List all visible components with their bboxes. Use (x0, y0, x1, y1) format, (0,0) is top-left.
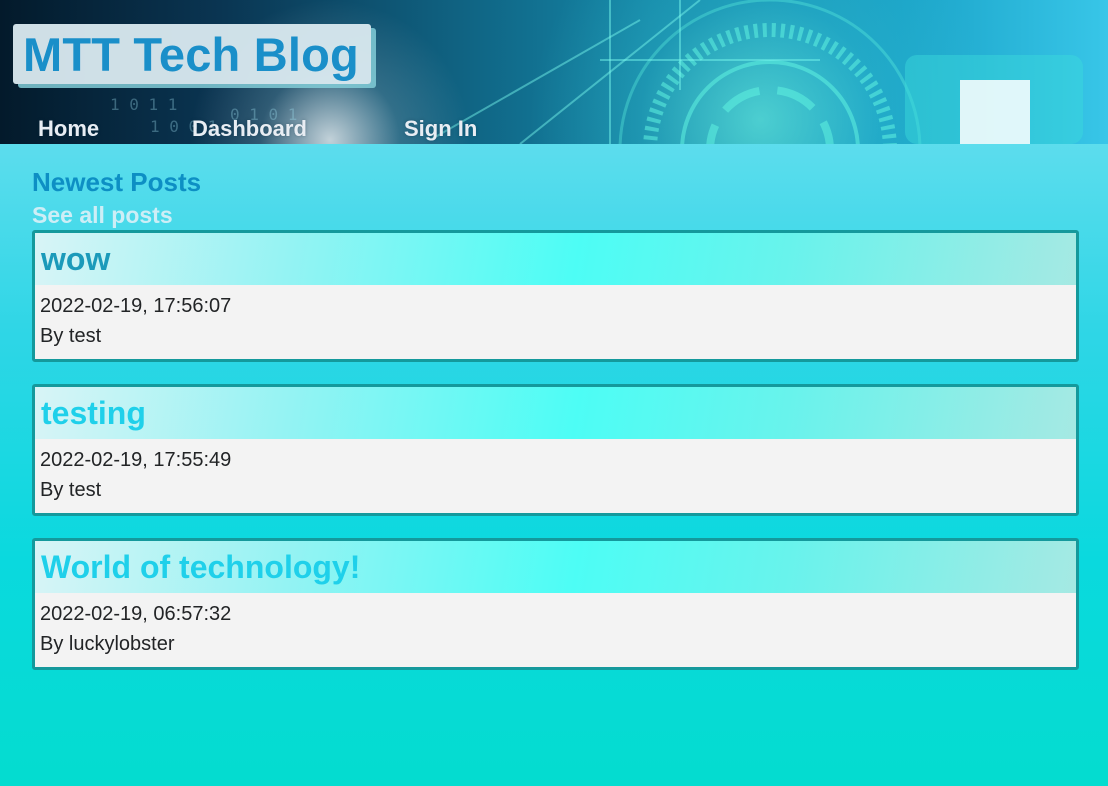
post-header: wow (35, 233, 1076, 285)
post-header: testing (35, 387, 1076, 439)
site-logo[interactable]: MTT Tech Blog (13, 24, 371, 84)
post-author: By test (40, 479, 102, 501)
post-card[interactable]: testing 2022-02-19, 17:55:49 By test (32, 384, 1079, 516)
post-author: By test (40, 325, 102, 347)
svg-text:1 0 1 1: 1 0 1 1 (110, 95, 177, 114)
post-date: 2022-02-19, 17:56:07 (40, 295, 232, 317)
see-all-posts-link[interactable]: See all posts (32, 200, 1079, 230)
post-card[interactable]: wow 2022-02-19, 17:56:07 By test (32, 230, 1079, 362)
post-title[interactable]: World of technology! (41, 551, 360, 583)
post-body: 2022-02-19, 17:56:07 By test (35, 285, 1076, 359)
post-body: 2022-02-19, 17:55:49 By test (35, 439, 1076, 513)
post-card[interactable]: World of technology! 2022-02-19, 06:57:3… (32, 538, 1079, 670)
post-header: World of technology! (35, 541, 1076, 593)
nav-home-link[interactable]: Home (38, 116, 99, 142)
section-title: Newest Posts (32, 167, 202, 197)
site-title: MTT Tech Blog (23, 27, 359, 81)
main-content: Newest Posts See all posts wow 2022-02-1… (32, 166, 1079, 692)
main-nav: Home Dashboard Sign In (0, 116, 1108, 142)
nav-dashboard-link[interactable]: Dashboard (192, 116, 307, 142)
nav-sign-in-link[interactable]: Sign In (404, 116, 477, 142)
post-date: 2022-02-19, 06:57:32 (40, 603, 232, 625)
post-title[interactable]: testing (41, 397, 146, 429)
post-body: 2022-02-19, 06:57:32 By luckylobster (35, 593, 1076, 667)
post-date: 2022-02-19, 17:55:49 (40, 449, 232, 471)
site-header: 1 0 1 1 0 1 0 1 1 0 0 1 MTT Tech Blog Ho… (0, 0, 1108, 144)
post-author: By luckylobster (40, 633, 175, 655)
post-title[interactable]: wow (41, 243, 110, 275)
